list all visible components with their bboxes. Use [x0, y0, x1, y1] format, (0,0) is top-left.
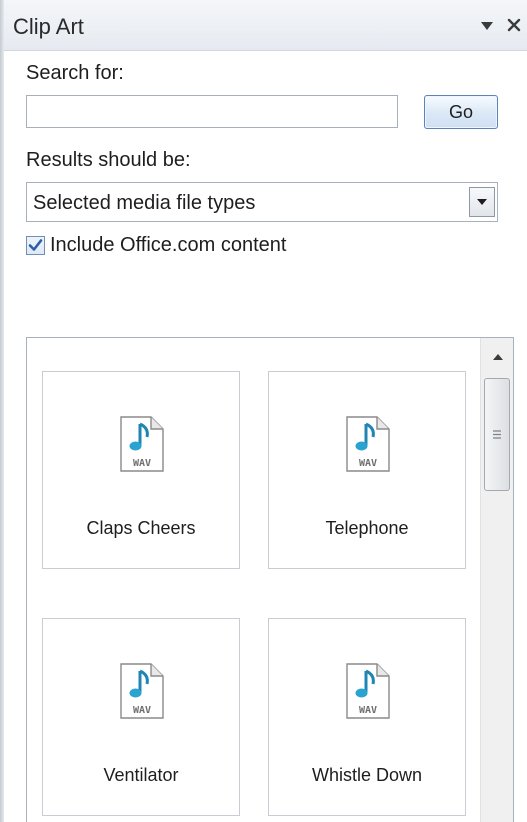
vertical-scrollbar[interactable] [480, 338, 513, 822]
chevron-down-icon[interactable] [477, 16, 497, 36]
pane-title: Clip Art [13, 14, 84, 39]
search-label: Search for: [26, 62, 124, 84]
results-type-select[interactable]: Selected media file types [26, 182, 498, 222]
clip-name: Telephone [325, 518, 409, 538]
clip-name: Ventilator [103, 765, 179, 785]
include-office-content-checkbox[interactable] [26, 235, 45, 255]
results-type-label: Results should be: [26, 149, 191, 171]
clip-item[interactable]: WAV Claps Cheers [42, 371, 240, 569]
select-dropdown-button[interactable] [469, 187, 495, 217]
scroll-up-arrow-icon[interactable] [481, 344, 513, 370]
clip-item[interactable]: WAV Ventilator [42, 618, 240, 816]
results-type-value: Selected media file types [33, 192, 256, 214]
wav-file-icon: WAV [120, 416, 164, 472]
svg-text:WAV: WAV [133, 458, 151, 469]
checkmark-icon [28, 238, 43, 251]
wav-file-icon: WAV [346, 416, 390, 472]
svg-text:WAV: WAV [133, 705, 151, 716]
clip-results-list[interactable]: WAV Claps Cheers WAV Telephone WAV Venti… [26, 337, 514, 822]
pane-titlebar: Clip Art [4, 0, 527, 51]
clip-item[interactable]: WAV Whistle Down [268, 618, 466, 816]
wav-file-icon: WAV [120, 663, 164, 719]
clip-item[interactable]: WAV Telephone [268, 371, 466, 569]
grip-icon [493, 430, 501, 439]
svg-text:WAV: WAV [359, 458, 377, 469]
clip-name: Claps Cheers [86, 518, 196, 538]
include-office-content-label: Include Office.com content [50, 233, 287, 256]
wav-file-icon: WAV [346, 663, 390, 719]
go-button[interactable]: Go [424, 95, 498, 129]
scroll-thumb[interactable] [484, 378, 510, 491]
include-office-content-row[interactable]: Include Office.com content [26, 233, 286, 257]
pane-left-border [0, 0, 4, 822]
clip-art-pane: Clip Art Search for: Go Results should b… [0, 0, 527, 822]
svg-text:WAV: WAV [359, 705, 377, 716]
close-icon[interactable] [503, 13, 525, 37]
chevron-down-icon [477, 199, 487, 205]
clip-name: Whistle Down [311, 765, 423, 785]
search-input[interactable] [26, 95, 398, 128]
